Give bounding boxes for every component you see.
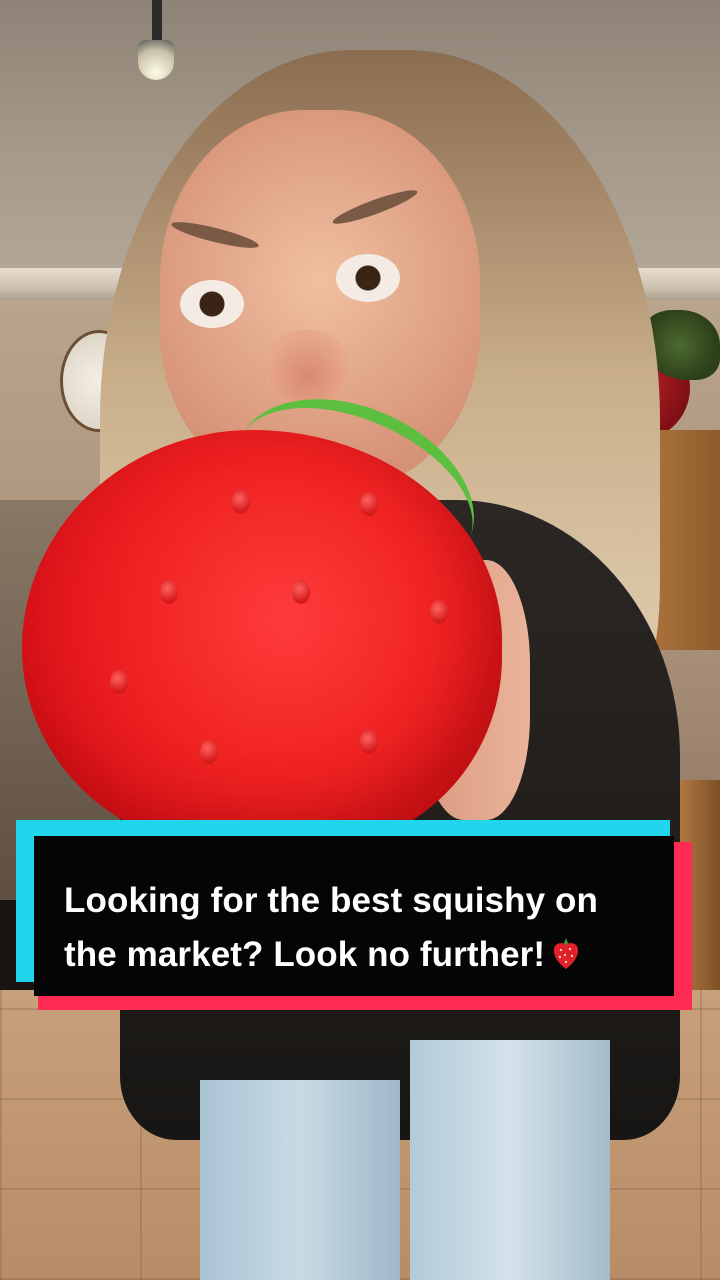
right-eye [336,254,400,302]
track-light-rail [152,0,162,44]
caption-box: Looking for the best squishy on the mark… [34,836,674,996]
caption-text: Looking for the best squishy on the mark… [64,874,646,982]
person-jeans-right [410,1040,610,1280]
berry-seed [200,740,218,764]
caption-line-1: Looking for the best squishy on [64,881,598,920]
nose [266,330,348,408]
left-eye [180,280,244,328]
berry-seed [110,670,128,694]
caption-banner: Looking for the best squishy on the mark… [16,820,694,1010]
berry-seed [360,730,378,754]
berry-seed [160,580,178,604]
video-frame: Looking for the best squishy on the mark… [0,0,720,1280]
strawberry-emoji-icon [551,933,581,969]
caption-line-2: the market? Look no further! [64,935,546,974]
berry-seed [292,580,310,604]
ceiling-light [138,40,174,80]
person-jeans-left [200,1080,400,1280]
